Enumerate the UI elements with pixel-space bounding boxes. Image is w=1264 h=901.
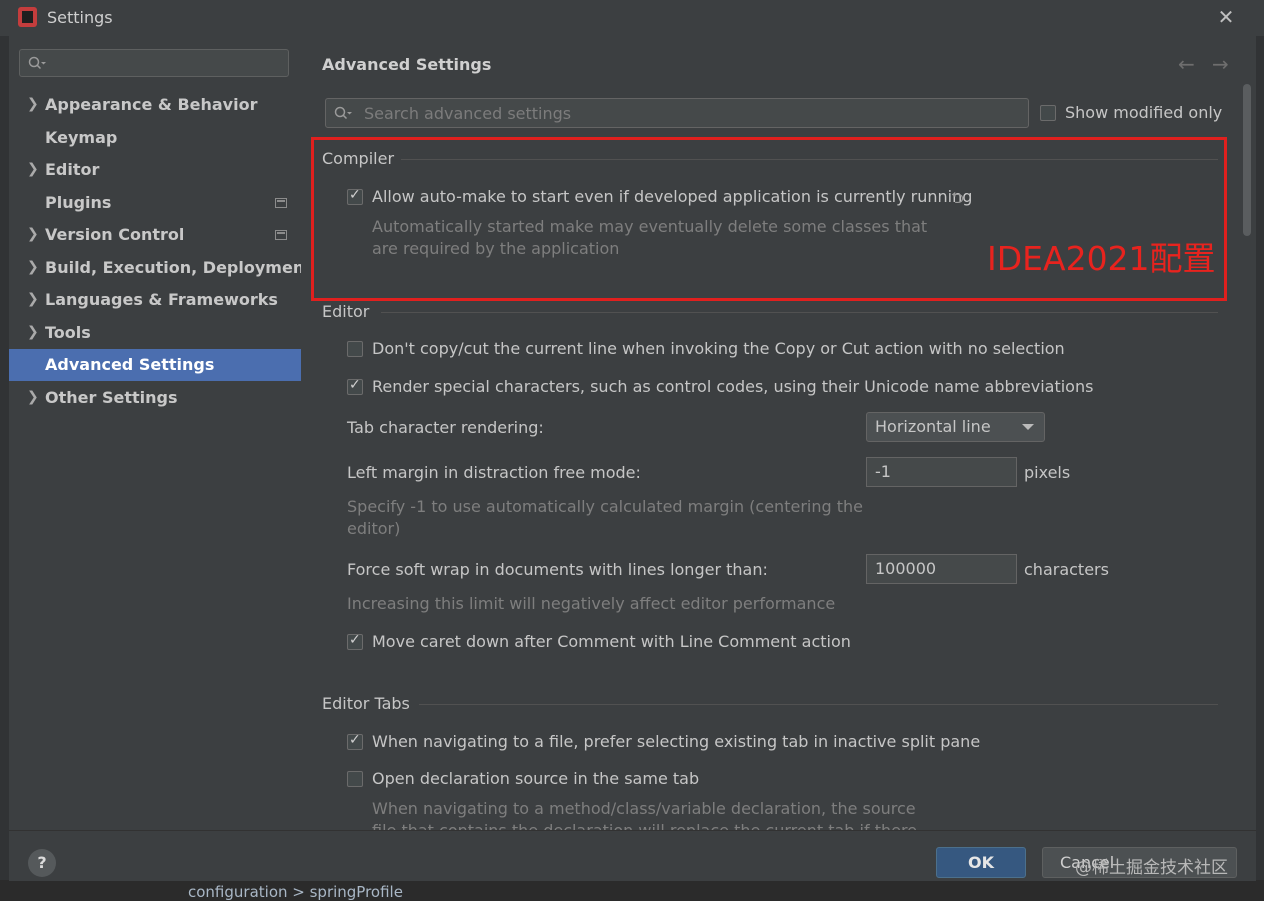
tab-rendering-value: Horizontal line: [875, 417, 991, 436]
sidebar-item-label: Appearance & Behavior: [45, 95, 258, 114]
sidebar-item-tools[interactable]: ❯ Tools: [9, 317, 301, 349]
sidebar-item-label: Version Control: [45, 225, 185, 244]
sidebar-item-label: Build, Execution, Deployment: [45, 258, 312, 277]
watermark: @稀土掘金技术社区: [1075, 858, 1228, 878]
forward-arrow-icon[interactable]: →: [1212, 52, 1229, 76]
move-caret-label: Move caret down after Comment with Line …: [372, 632, 851, 651]
search-placeholder: Search advanced settings: [364, 104, 572, 123]
search-icon: [334, 106, 352, 120]
open-same-tab-checkbox[interactable]: [347, 771, 363, 787]
chevron-right-icon: ❯: [27, 161, 39, 177]
back-arrow-icon[interactable]: ←: [1178, 52, 1195, 76]
prefer-existing-tab-checkbox[interactable]: [347, 732, 363, 750]
sidebar-item-appearance-behavior[interactable]: ❯ Appearance & Behavior: [9, 89, 301, 121]
settings-sidebar: ❯ Appearance & Behavior Keymap ❯ Editor …: [9, 36, 312, 830]
project-level-icon: [275, 230, 287, 240]
advanced-search-input[interactable]: Search advanced settings: [325, 98, 1029, 128]
sidebar-item-label: Other Settings: [45, 388, 178, 407]
page-title: Advanced Settings: [322, 55, 492, 74]
sidebar-item-label: Keymap: [45, 128, 118, 147]
section-title-editor: Editor: [322, 302, 370, 321]
ok-button[interactable]: OK: [936, 847, 1026, 878]
sidebar-item-advanced-settings[interactable]: Advanced Settings: [9, 349, 301, 381]
title-bar: Settings ✕: [0, 0, 1264, 36]
left-margin-description: Specify -1 to use automatically calculat…: [347, 497, 863, 516]
window-title: Settings: [47, 8, 113, 27]
open-same-tab-description-2: file that contains the declaration will …: [372, 820, 917, 830]
left-margin-unit: pixels: [1024, 463, 1071, 482]
dropdown-arrow-icon: [1022, 424, 1034, 430]
left-margin-description-2: editor): [347, 519, 401, 538]
tab-rendering-select[interactable]: Horizontal line: [866, 412, 1045, 442]
chevron-right-icon: ❯: [27, 324, 39, 340]
chevron-right-icon: ❯: [27, 389, 39, 405]
intellij-app-icon: [18, 7, 37, 27]
background-editor-edge: [0, 36, 9, 899]
dont-copy-label: Don't copy/cut the current line when inv…: [372, 339, 1065, 358]
sidebar-search-input[interactable]: [19, 49, 289, 77]
soft-wrap-description: Increasing this limit will negatively af…: [347, 594, 836, 613]
annotation-text: IDEA2021配置: [987, 239, 1216, 278]
sidebar-item-label: Advanced Settings: [45, 355, 215, 374]
dialog-footer: ? OK Cancel @稀土掘金技术社区: [9, 830, 1256, 881]
chevron-right-icon: ❯: [27, 96, 39, 112]
sidebar-item-label: Plugins: [45, 193, 112, 212]
background-editor-edge-right: [1256, 36, 1264, 899]
soft-wrap-label: Force soft wrap in documents with lines …: [347, 560, 768, 579]
soft-wrap-unit: characters: [1024, 560, 1109, 579]
sidebar-item-languages-frameworks[interactable]: ❯ Languages & Frameworks: [9, 284, 301, 316]
sidebar-item-other-settings[interactable]: ❯ Other Settings: [9, 382, 301, 414]
sidebar-item-label: Tools: [45, 323, 91, 342]
help-button[interactable]: ?: [28, 849, 56, 877]
tab-rendering-label: Tab character rendering:: [347, 418, 544, 437]
soft-wrap-input[interactable]: 100000: [866, 554, 1017, 584]
show-modified-label: Show modified only: [1065, 103, 1223, 122]
breadcrumb: configuration > springProfile: [188, 883, 403, 901]
render-special-label: Render special characters, such as contr…: [372, 377, 1094, 396]
background-editor-breadcrumb-bar: configuration > springProfile: [0, 880, 1264, 901]
section-divider: [419, 704, 1218, 705]
sidebar-item-build-execution-deployment[interactable]: ❯ Build, Execution, Deployment: [9, 252, 312, 284]
project-level-icon: [275, 198, 287, 208]
left-margin-input[interactable]: -1: [866, 457, 1017, 487]
prefer-existing-tab-label: When navigating to a file, prefer select…: [372, 732, 981, 751]
open-same-tab-label: Open declaration source in the same tab: [372, 769, 700, 788]
open-same-tab-description: When navigating to a method/class/variab…: [372, 799, 916, 818]
chevron-right-icon: ❯: [27, 259, 39, 275]
sidebar-item-keymap[interactable]: Keymap: [9, 122, 301, 154]
advanced-settings-panel: Advanced Settings ← → Search advanced se…: [301, 36, 1256, 830]
section-title-editor-tabs: Editor Tabs: [322, 694, 410, 713]
close-icon[interactable]: ✕: [1214, 5, 1238, 29]
dont-copy-checkbox[interactable]: [347, 341, 363, 357]
chevron-right-icon: ❯: [27, 291, 39, 307]
chevron-right-icon: ❯: [27, 226, 39, 242]
render-special-checkbox[interactable]: [347, 377, 363, 395]
sidebar-item-plugins[interactable]: Plugins: [9, 187, 301, 219]
search-icon: [28, 56, 46, 70]
sidebar-item-editor[interactable]: ❯ Editor: [9, 154, 301, 186]
sidebar-item-label: Languages & Frameworks: [45, 290, 278, 309]
show-modified-checkbox[interactable]: [1040, 105, 1056, 121]
left-margin-label: Left margin in distraction free mode:: [347, 463, 641, 482]
section-divider: [381, 312, 1218, 313]
sidebar-item-label: Editor: [45, 160, 100, 179]
move-caret-checkbox[interactable]: [347, 632, 363, 650]
vertical-scrollbar[interactable]: [1243, 84, 1251, 236]
sidebar-item-version-control[interactable]: ❯ Version Control: [9, 219, 301, 251]
